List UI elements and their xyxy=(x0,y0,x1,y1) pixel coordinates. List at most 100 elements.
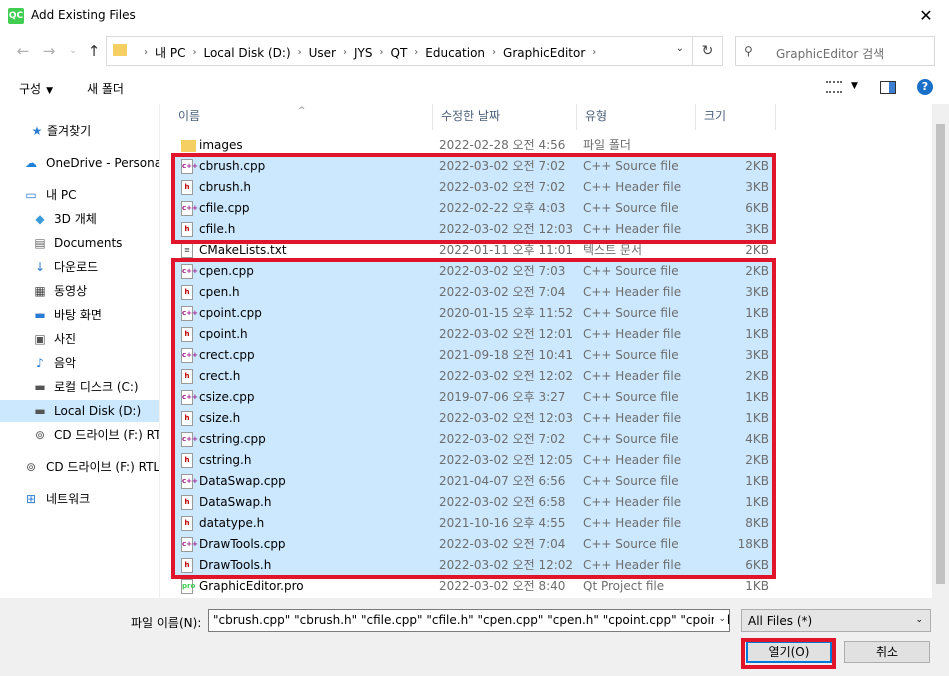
file-row[interactable]: h datatype.h 2021-10-16 오후 4:55 C++ Header … xyxy=(175,513,775,534)
file-row[interactable]: h csize.h 2022-03-02 오전 12:03 C++ Header fi… xyxy=(175,408,775,429)
sidebar-item-label: 로컬 디스크 (C:) xyxy=(54,380,139,394)
preview-pane-icon[interactable] xyxy=(880,81,896,94)
sidebar-item[interactable]: ⊚ CD 드라이브 (F:) RTL xyxy=(0,456,159,478)
sidebar-item[interactable]: ⊞ 네트워크 xyxy=(0,488,159,510)
file-row[interactable]: images 2022-02-28 오전 4:56 파일 폴더 xyxy=(175,135,775,156)
cpp-file-icon: c++ xyxy=(181,306,198,321)
back-arrow-icon[interactable]: ← xyxy=(12,40,34,62)
file-type-select[interactable]: All Files (*) ⌄ xyxy=(741,609,931,632)
refresh-icon[interactable]: ↻ xyxy=(692,37,722,65)
breadcrumb-item[interactable]: JYS xyxy=(354,46,373,60)
address-bar[interactable]: › 내 PC › Local Disk (D:) › User › JYS › QT › Educat… xyxy=(106,36,723,66)
sidebar-item[interactable]: ▤ Documents xyxy=(0,232,159,254)
sidebar-item-label: Local Disk (D:) xyxy=(54,404,142,418)
file-row[interactable]: h cpen.h 2022-03-02 오전 7:04 C++ Header file… xyxy=(175,282,775,303)
file-row[interactable]: c++ DataSwap.cpp 2021-04-07 오전 6:56 C++ Sou… xyxy=(175,471,775,492)
file-date: 2020-01-15 오후 11:52 xyxy=(439,306,574,320)
h-file-icon: h xyxy=(181,180,193,195)
new-folder-button[interactable]: 새 폴더 xyxy=(87,80,124,97)
chevron-right-icon[interactable]: › xyxy=(414,47,418,58)
column-date[interactable]: 수정한 날짜 xyxy=(433,104,577,130)
cd-drive-icon: ⊚ xyxy=(34,428,46,442)
sidebar-item[interactable]: ↓ 다운로드 xyxy=(0,256,159,278)
chevron-down-icon[interactable]: ▼ xyxy=(851,81,858,91)
file-row[interactable]: c++ cbrush.cpp 2022-03-02 오전 7:02 C++ Sourc… xyxy=(175,156,775,177)
drive-icon: ▬ xyxy=(34,404,46,418)
file-row[interactable]: h cbrush.h 2022-03-02 오전 7:02 C++ Header fi… xyxy=(175,177,775,198)
breadcrumb-item[interactable]: User xyxy=(309,46,336,60)
file-row[interactable]: c++ cpoint.cpp 2020-01-15 오후 11:52 C++ Sour… xyxy=(175,303,775,324)
chevron-right-icon[interactable]: › xyxy=(298,47,302,58)
sidebar-item[interactable]: ♪ 음악 xyxy=(0,352,159,374)
file-row[interactable]: h DataSwap.h 2022-03-02 오전 6:58 C++ Header … xyxy=(175,492,775,513)
file-row[interactable]: h cstring.h 2022-03-02 오전 12:05 C++ Header … xyxy=(175,450,775,471)
sidebar-item[interactable]: ▬ Local Disk (D:) xyxy=(0,400,159,422)
sidebar-item[interactable]: ▦ 동영상 xyxy=(0,280,159,302)
breadcrumb-item[interactable]: QT xyxy=(391,46,408,60)
file-date: 2022-03-02 오전 12:02 xyxy=(439,369,574,383)
file-row[interactable]: c++ cpen.cpp 2022-03-02 오전 7:03 C++ Source … xyxy=(175,261,775,282)
chevron-right-icon[interactable]: › xyxy=(492,47,496,58)
file-row[interactable]: c++ DrawTools.cpp 2022-03-02 오전 7:04 C++ So… xyxy=(175,534,775,555)
cancel-button[interactable]: 취소 xyxy=(844,641,930,663)
chevron-right-icon[interactable]: › xyxy=(380,47,384,58)
folder-icon xyxy=(113,44,127,56)
highlight-box-open xyxy=(741,638,836,669)
file-row[interactable]: c++ crect.cpp 2021-09-18 오전 10:41 C++ Sourc… xyxy=(175,345,775,366)
chevron-right-icon[interactable]: › xyxy=(144,47,148,58)
desktop-icon: ▬ xyxy=(34,308,46,322)
close-button[interactable]: ✕ xyxy=(903,0,949,32)
column-type[interactable]: 유형 xyxy=(577,104,696,130)
file-row[interactable]: h crect.h 2022-03-02 오전 12:02 C++ Header fi… xyxy=(175,366,775,387)
forward-arrow-icon[interactable]: → xyxy=(38,40,60,62)
sidebar-item[interactable]: ◆ 3D 개체 xyxy=(0,208,159,230)
filename-field[interactable]: "cbrush.cpp" "cbrush.h" "cfile.cpp" "cfi… xyxy=(208,609,730,632)
sidebar-item[interactable]: ☁ OneDrive - Personal xyxy=(0,152,159,174)
up-arrow-icon[interactable]: ↑ xyxy=(83,40,105,62)
cpp-file-icon: c++ xyxy=(181,432,198,447)
vertical-scrollbar[interactable] xyxy=(932,104,949,598)
search-input[interactable]: ⚲ GraphicEditor 검색 xyxy=(735,36,935,66)
file-row[interactable]: ≡ CMakeLists.txt 2022-01-11 오후 11:01 텍스트 문서… xyxy=(175,240,775,261)
view-options-icon[interactable] xyxy=(826,81,842,93)
file-size: 8KB xyxy=(745,516,769,530)
breadcrumb-item[interactable]: Local Disk (D:) xyxy=(203,46,290,60)
breadcrumb-item[interactable]: GraphicEditor xyxy=(503,46,585,60)
sidebar-item[interactable]: ▭ 내 PC xyxy=(0,184,159,206)
sidebar-item[interactable]: ★ 즐겨찾기 xyxy=(0,120,159,142)
chevron-down-icon[interactable]: ⌄ xyxy=(714,614,726,624)
column-name[interactable]: 이름 ^ xyxy=(170,104,433,130)
file-row[interactable]: h cfile.h 2022-03-02 오전 12:03 C++ Header fi… xyxy=(175,219,775,240)
column-size[interactable]: 크기 xyxy=(696,104,776,130)
recent-chevron-icon[interactable]: ⌄ xyxy=(62,40,84,62)
file-size: 1KB xyxy=(745,579,769,593)
file-row[interactable]: c++ cfile.cpp 2022-02-22 오후 4:03 C++ Source… xyxy=(175,198,775,219)
breadcrumb-item[interactable]: 내 PC xyxy=(155,44,185,61)
sidebar-item[interactable]: ⊚ CD 드라이브 (F:) RTL xyxy=(0,424,159,446)
file-size: 6KB xyxy=(745,201,769,215)
sidebar-item[interactable]: ▣ 사진 xyxy=(0,328,159,350)
document-icon: ▤ xyxy=(34,236,46,250)
scrollbar-thumb[interactable] xyxy=(936,124,945,584)
sidebar-item-label: 내 PC xyxy=(46,188,77,202)
file-type: C++ Header file xyxy=(583,327,682,341)
file-type: C++ Header file xyxy=(583,453,682,467)
file-row[interactable]: c++ csize.cpp 2019-07-06 오후 3:27 C++ Source… xyxy=(175,387,775,408)
h-file-icon: h xyxy=(181,327,193,342)
organize-button[interactable]: 구성 ▼ xyxy=(19,80,53,97)
chevron-down-icon[interactable]: ⌄ xyxy=(676,43,684,54)
file-row[interactable]: h DrawTools.h 2022-03-02 오전 12:02 C++ Heade… xyxy=(175,555,775,576)
sort-arrow-icon: ^ xyxy=(298,106,306,116)
file-row[interactable]: h cpoint.h 2022-03-02 오전 12:01 C++ Header f… xyxy=(175,324,775,345)
file-row[interactable]: c++ cstring.cpp 2022-03-02 오전 7:02 C++ Sour… xyxy=(175,429,775,450)
file-size: 1KB xyxy=(745,390,769,404)
file-type: C++ Source file xyxy=(583,537,679,551)
breadcrumb-item[interactable]: Education xyxy=(425,46,485,60)
chevron-right-icon[interactable]: › xyxy=(592,47,596,58)
chevron-right-icon[interactable]: › xyxy=(192,47,196,58)
sidebar-item[interactable]: ▬ 바탕 화면 xyxy=(0,304,159,326)
file-row[interactable]: pro GraphicEditor.pro 2022-03-02 오전 8:40 Qt… xyxy=(175,576,775,597)
sidebar-item[interactable]: ▬ 로컬 디스크 (C:) xyxy=(0,376,159,398)
chevron-right-icon[interactable]: › xyxy=(343,47,347,58)
help-icon[interactable]: ? xyxy=(917,79,933,95)
